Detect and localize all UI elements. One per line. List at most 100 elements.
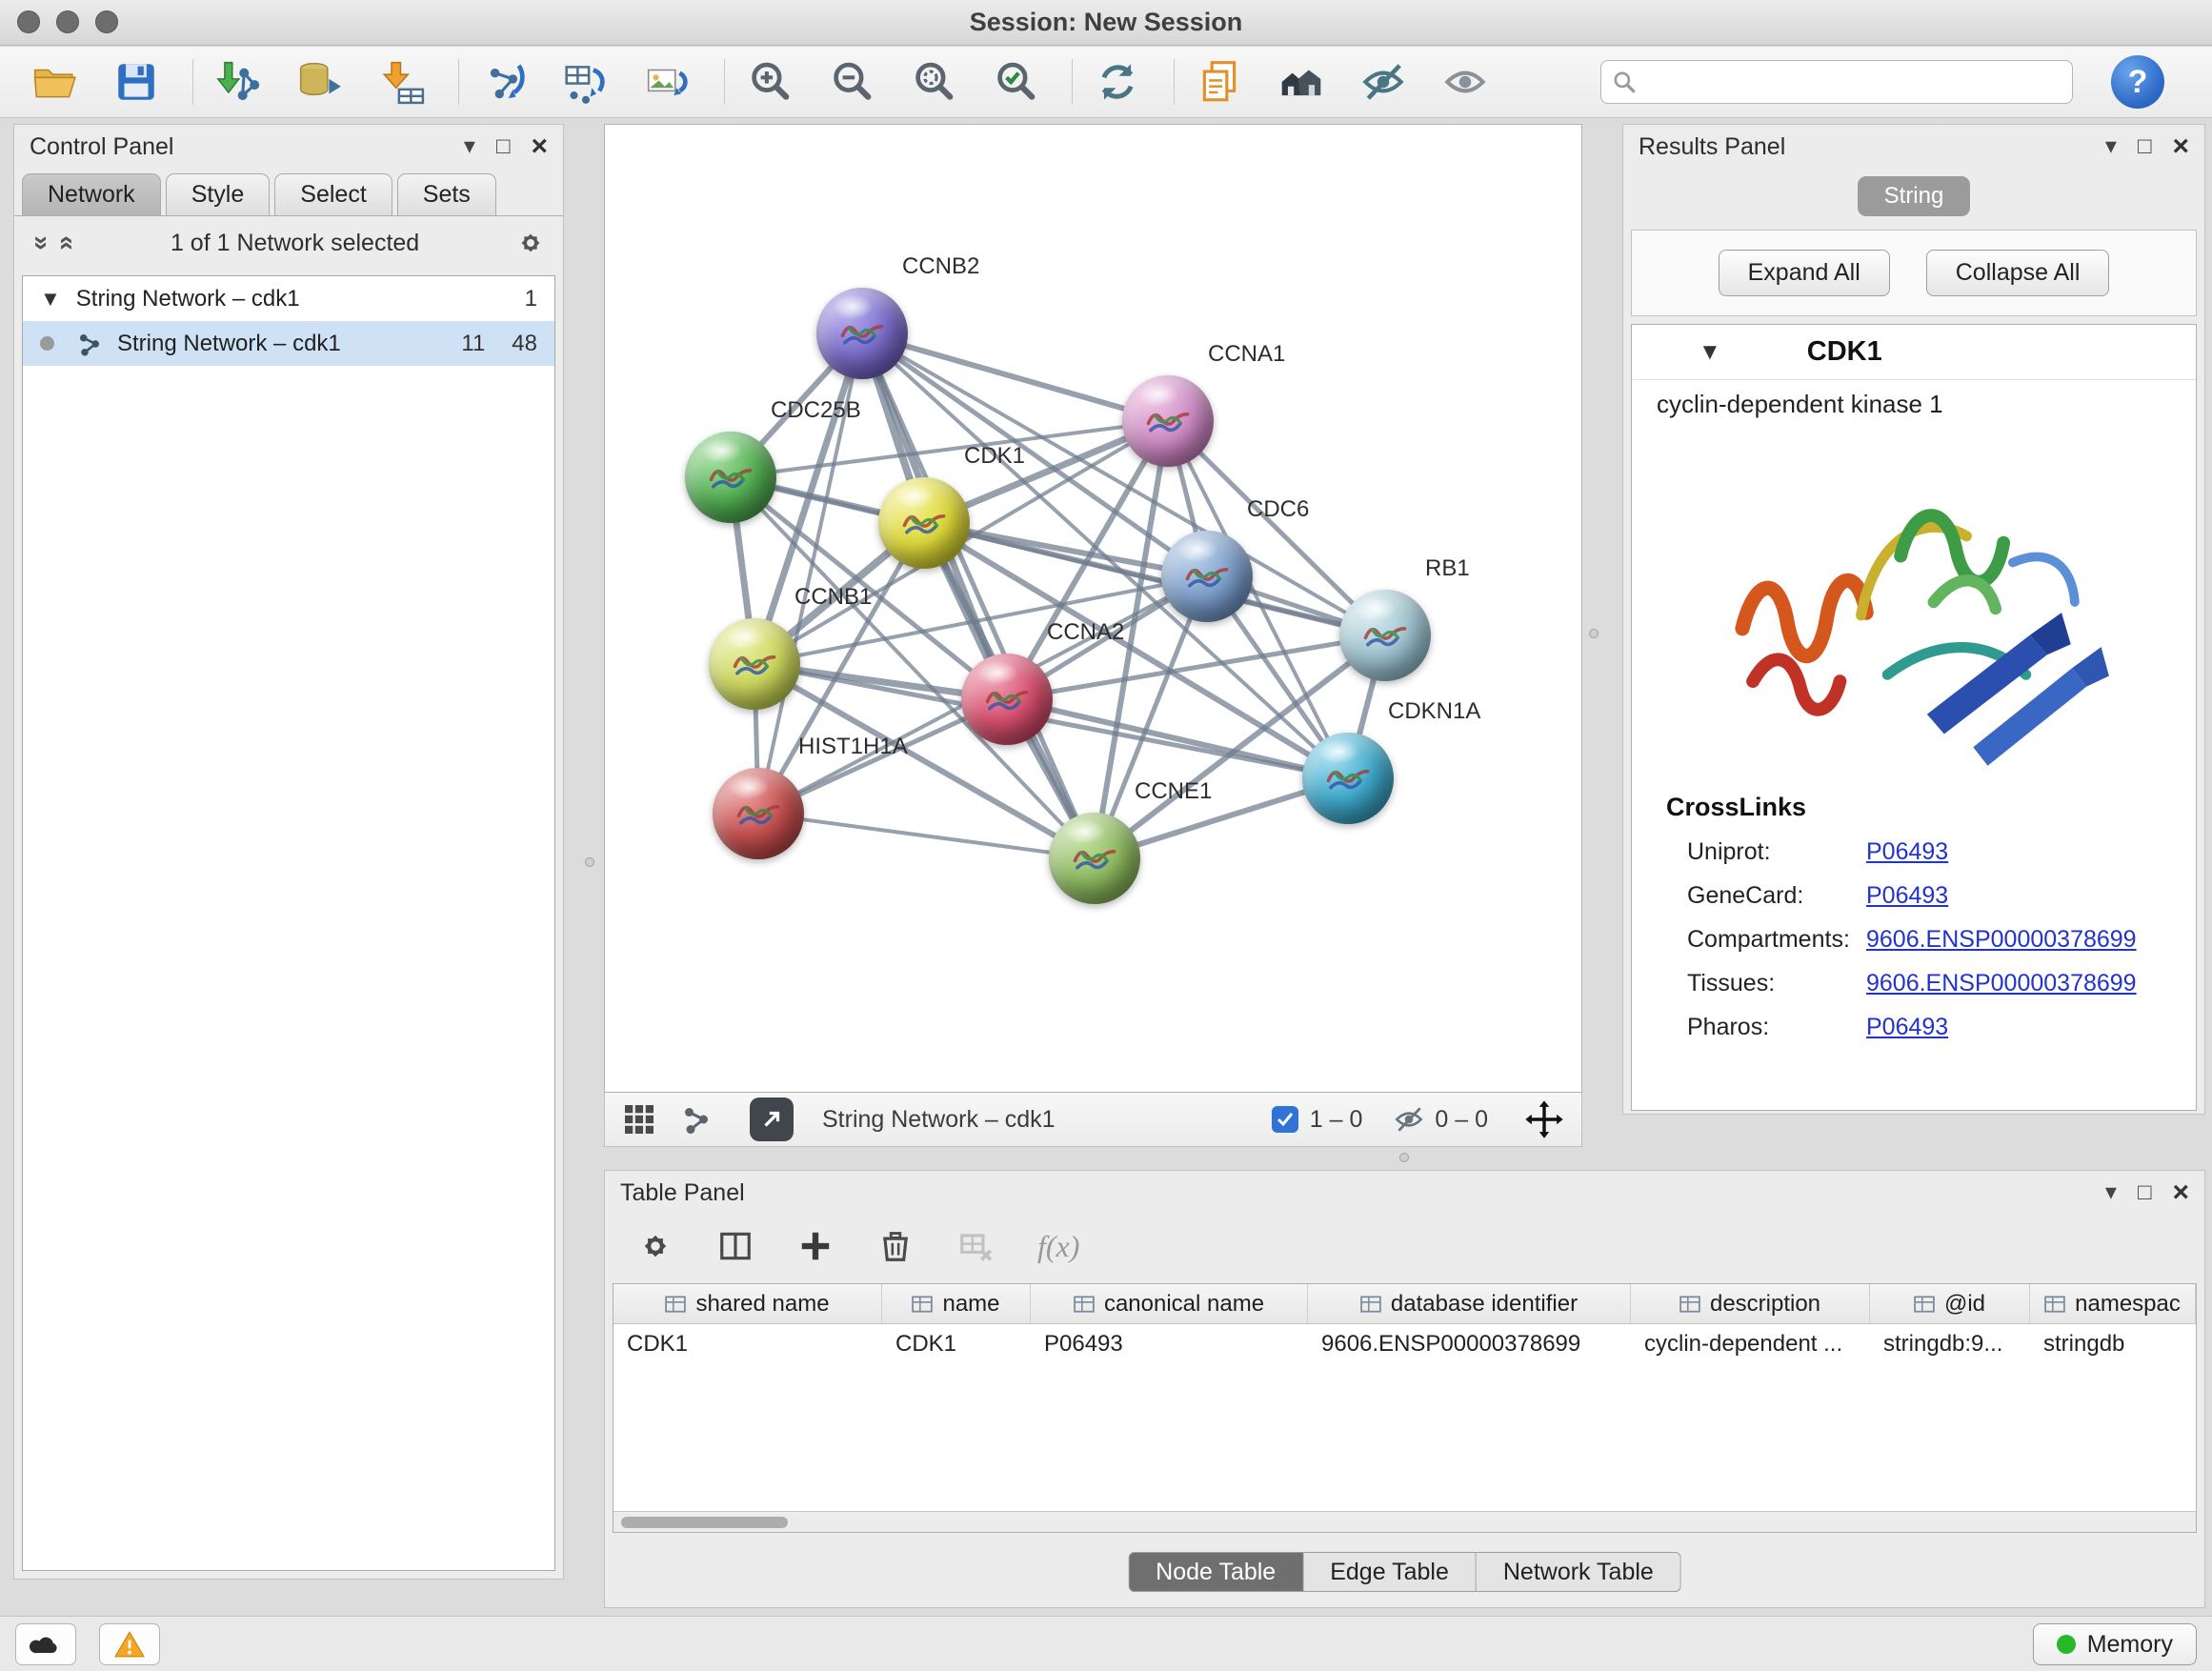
string-tab-badge[interactable]: String xyxy=(1858,176,1971,216)
save-icon xyxy=(112,58,160,106)
tab-node-table[interactable]: Node Table xyxy=(1128,1552,1303,1592)
selected-nodes-checkbox[interactable] xyxy=(1272,1106,1298,1133)
network-node-HIST1H1A[interactable] xyxy=(713,768,804,859)
export-image-button[interactable] xyxy=(640,54,695,110)
network-node-CCNA1[interactable] xyxy=(1122,375,1214,467)
add-column-icon[interactable] xyxy=(797,1228,834,1264)
control-panel-collapse-icon[interactable]: ▾ xyxy=(464,135,475,158)
network-node-CDC6[interactable] xyxy=(1161,531,1253,622)
column-header-shared-name[interactable]: shared name xyxy=(613,1284,882,1323)
tab-sets[interactable]: Sets xyxy=(397,173,496,215)
network-canvas[interactable]: CCNB2CCNA1CDC25BCDK1CDC6RB1CCNB1CCNA2CDK… xyxy=(604,124,1582,1093)
network-node-CCNE1[interactable] xyxy=(1049,813,1140,904)
column-header-namespace[interactable]: namespac xyxy=(2030,1284,2196,1323)
control-panel-float-icon[interactable]: □ xyxy=(496,135,511,158)
table-horizontal-scrollbar[interactable] xyxy=(613,1511,2196,1532)
tab-network[interactable]: Network xyxy=(22,173,161,215)
network-node-RB1[interactable] xyxy=(1339,590,1431,681)
copy-document-button[interactable] xyxy=(1192,54,1247,110)
function-builder-button[interactable]: f(x) xyxy=(1037,1229,1079,1264)
zoom-fit-icon xyxy=(910,58,957,106)
zoom-in-button[interactable] xyxy=(742,54,797,110)
table-panel-collapse-icon[interactable]: ▾ xyxy=(2105,1181,2117,1204)
import-table-button[interactable] xyxy=(374,54,430,110)
vertical-splitter-handle[interactable] xyxy=(585,857,594,867)
control-panel: Control Panel ▾ □ × Network Style Select… xyxy=(13,124,564,1580)
column-header-database-identifier[interactable]: database identifier xyxy=(1308,1284,1631,1323)
crosslink-genecard-link[interactable]: P06493 xyxy=(1866,882,1948,910)
table-cell: 9606.ENSP00000378699 xyxy=(1308,1324,1631,1364)
horizontal-splitter-handle[interactable] xyxy=(1399,1153,1409,1162)
scrollbar-thumb[interactable] xyxy=(621,1517,788,1528)
table-row[interactable]: CDK1 CDK1 P06493 9606.ENSP00000378699 cy… xyxy=(613,1324,2196,1364)
hide-details-button[interactable] xyxy=(1356,54,1411,110)
results-panel-collapse-icon[interactable]: ▾ xyxy=(2105,135,2117,158)
search-input[interactable] xyxy=(1600,60,2073,104)
expand-all-button[interactable]: Expand All xyxy=(1719,250,1890,296)
tab-edge-table[interactable]: Edge Table xyxy=(1303,1552,1477,1592)
help-button[interactable]: ? xyxy=(2111,55,2164,109)
results-panel-close-icon[interactable]: × xyxy=(2172,132,2189,161)
open-folder-icon xyxy=(30,58,78,106)
vertical-splitter-handle[interactable] xyxy=(1589,629,1599,638)
network-node-CDKN1A[interactable] xyxy=(1302,733,1394,824)
network-from-table-button[interactable] xyxy=(558,54,613,110)
column-label: shared name xyxy=(695,1291,829,1318)
import-network-database-button[interactable] xyxy=(292,54,348,110)
open-in-new-window-button[interactable] xyxy=(750,1097,794,1141)
column-header-canonical-name[interactable]: canonical name xyxy=(1031,1284,1308,1323)
tab-network-table[interactable]: Network Table xyxy=(1477,1552,1681,1592)
show-columns-icon[interactable] xyxy=(717,1228,754,1264)
eye-icon xyxy=(1441,58,1489,106)
network-node-CDC25B[interactable] xyxy=(685,432,776,523)
network-collection-row[interactable]: ▼ String Network – cdk1 1 xyxy=(23,276,554,321)
zoom-selected-button[interactable] xyxy=(988,54,1043,110)
protein-structure-image xyxy=(1690,431,2138,774)
network-node-label-CCNA1: CCNA1 xyxy=(1208,341,1285,368)
crosslink-row: Compartments: 9606.ENSP00000378699 xyxy=(1632,917,2196,961)
results-panel-float-icon[interactable]: □ xyxy=(2138,135,2152,158)
tab-select[interactable]: Select xyxy=(274,173,392,215)
zoom-out-button[interactable] xyxy=(824,54,879,110)
control-panel-close-icon[interactable]: × xyxy=(531,132,548,161)
warnings-button[interactable] xyxy=(99,1623,160,1665)
crosslink-tissues-link[interactable]: 9606.ENSP00000378699 xyxy=(1866,970,2137,997)
column-header-description[interactable]: description xyxy=(1631,1284,1870,1323)
memory-button[interactable]: Memory xyxy=(2033,1623,2197,1665)
table-settings-gear-icon[interactable] xyxy=(637,1228,674,1264)
tab-style[interactable]: Style xyxy=(166,173,271,215)
crosslink-pharos-link[interactable]: P06493 xyxy=(1866,1014,1948,1041)
crosslink-uniprot-link[interactable]: P06493 xyxy=(1866,838,1948,866)
import-network-file-button[interactable] xyxy=(211,54,266,110)
cloud-sync-button[interactable] xyxy=(15,1623,76,1665)
network-overview-button[interactable] xyxy=(1274,54,1329,110)
gene-collapse-caret-icon[interactable]: ▼ xyxy=(1699,339,1721,366)
open-session-button[interactable] xyxy=(27,54,82,110)
table-panel-float-icon[interactable]: □ xyxy=(2138,1181,2152,1204)
collapse-all-networks-icon[interactable]: « xyxy=(24,235,54,251)
pan-crosshair-icon[interactable] xyxy=(1524,1099,1564,1139)
network-node-CDK1[interactable] xyxy=(878,477,970,569)
expand-all-networks-icon[interactable]: « xyxy=(51,235,82,251)
cloud-icon xyxy=(29,1630,63,1659)
column-header-id[interactable]: @id xyxy=(1870,1284,2030,1323)
save-session-button[interactable] xyxy=(109,54,164,110)
protein-thumbnail xyxy=(1357,615,1413,655)
grid-view-icon[interactable] xyxy=(622,1102,656,1137)
column-header-name[interactable]: name xyxy=(882,1284,1031,1323)
network-node-CCNA2[interactable] xyxy=(961,654,1053,745)
apply-layout-button[interactable] xyxy=(1090,54,1145,110)
network-options-gear-icon[interactable] xyxy=(515,228,546,258)
network-node-CCNB1[interactable] xyxy=(709,618,800,710)
show-details-button[interactable] xyxy=(1438,54,1493,110)
delete-column-trash-icon[interactable] xyxy=(877,1228,914,1264)
new-network-button[interactable] xyxy=(476,54,532,110)
collection-caret-icon[interactable]: ▼ xyxy=(40,287,61,312)
network-node-CCNB2[interactable] xyxy=(816,288,908,379)
crosslink-compartments-link[interactable]: 9606.ENSP00000378699 xyxy=(1866,926,2137,954)
zoom-fit-button[interactable] xyxy=(906,54,961,110)
table-panel-close-icon[interactable]: × xyxy=(2172,1178,2189,1207)
collapse-all-button[interactable]: Collapse All xyxy=(1926,250,2110,296)
network-row[interactable]: String Network – cdk1 11 48 xyxy=(23,321,554,366)
network-view-icon[interactable] xyxy=(679,1102,714,1137)
